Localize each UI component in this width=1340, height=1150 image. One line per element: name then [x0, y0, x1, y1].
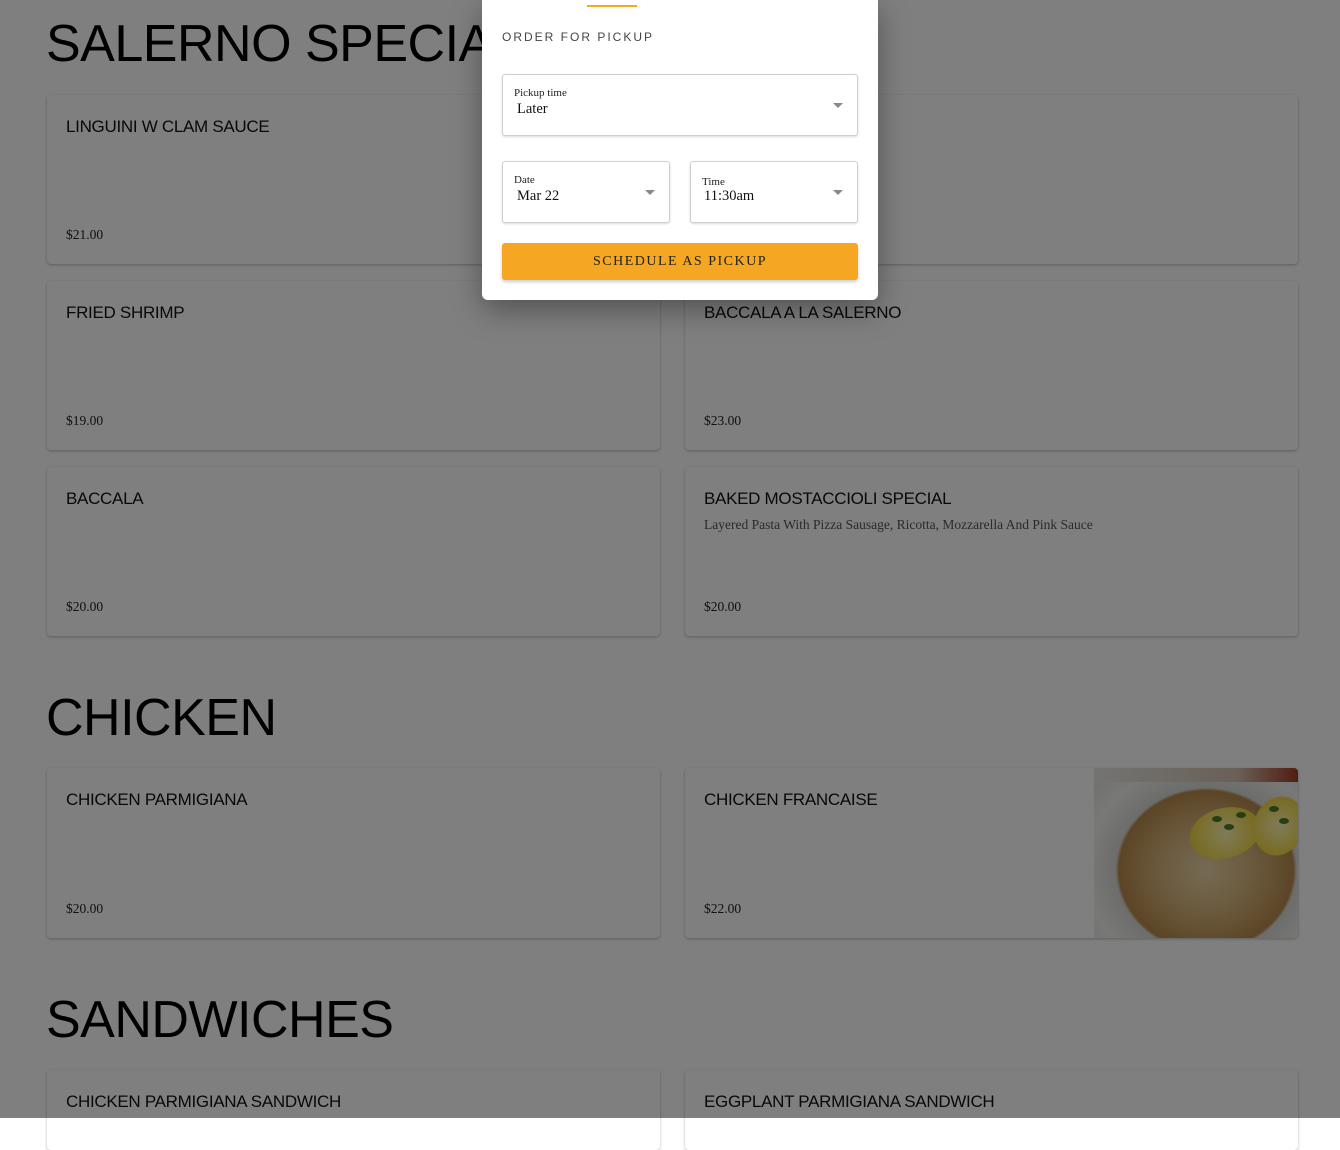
date-select[interactable]: Date Mar 22 — [502, 161, 670, 223]
modal-heading: Order for pickup — [502, 30, 655, 44]
chevron-down-icon — [645, 190, 655, 195]
pickup-time-label: Pickup time — [514, 87, 567, 99]
schedule-pickup-button[interactable]: Schedule as pickup — [502, 243, 858, 280]
pickup-time-select[interactable]: Pickup time Later — [502, 74, 858, 136]
chevron-down-icon — [833, 103, 843, 108]
chevron-down-icon — [833, 190, 843, 195]
time-label: Time — [702, 176, 725, 188]
pickup-modal: Order for pickup Pickup time Later Date … — [482, 0, 878, 300]
date-label: Date — [514, 174, 535, 186]
time-value: 11:30am — [704, 188, 755, 204]
active-tab-indicator — [587, 5, 637, 7]
pickup-time-value: Later — [517, 101, 548, 117]
date-value: Mar 22 — [517, 188, 560, 204]
time-select[interactable]: Time 11:30am — [690, 161, 858, 223]
